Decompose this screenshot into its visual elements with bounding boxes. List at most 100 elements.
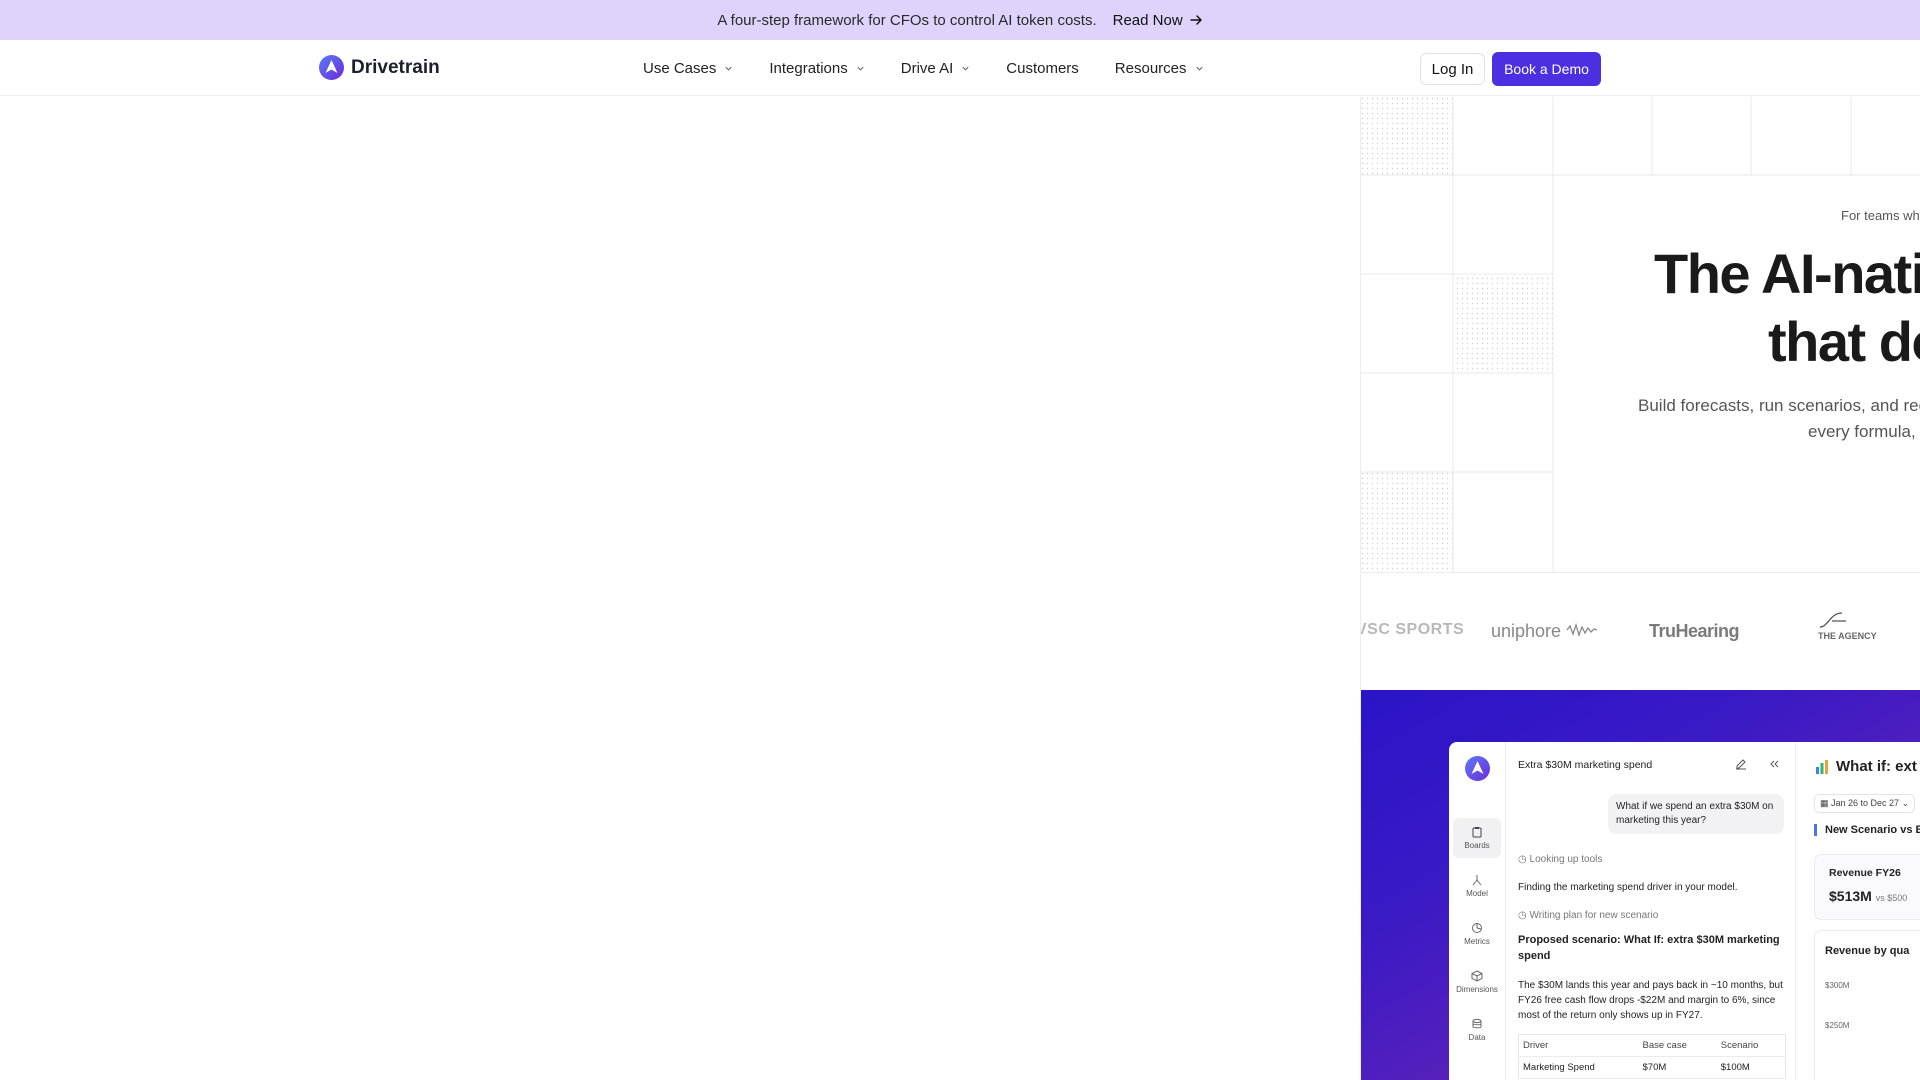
brand-logo[interactable]: Drivetrain (319, 55, 440, 80)
kpi-value-row: $513M vs $500 (1829, 888, 1907, 904)
table-cell: $100M (1716, 1056, 1786, 1079)
logo-the-agency-text: THE AGENCY (1818, 631, 1877, 641)
nav-item-customers[interactable]: Customers (1006, 60, 1079, 77)
sidebar-item-label: Boards (1464, 841, 1490, 850)
sidebar-item-data[interactable]: Data (1453, 1010, 1501, 1050)
driver-table: Driver Base case Scenario Marketing Spen… (1518, 1034, 1786, 1079)
arrow-right-icon (1189, 15, 1202, 25)
sidebar-item-dimensions[interactable]: Dimensions (1453, 962, 1501, 1002)
announcement-banner: A four-step framework for CFOs to contro… (0, 0, 1920, 40)
revenue-chart-title: Revenue by qua (1825, 945, 1910, 957)
cube-icon (1471, 970, 1483, 982)
nav-item-resources[interactable]: Resources (1115, 60, 1204, 77)
plan-step: ◷ Writing plan for new scenario (1518, 910, 1658, 921)
nav-item-integrations[interactable]: Integrations (769, 60, 864, 77)
scenario-summary: The $30M lands this year and pays back i… (1518, 980, 1783, 1021)
agency-mark-icon (1819, 612, 1846, 628)
nav-item-label: Use Cases (643, 59, 717, 77)
nav-item-label: Resources (1114, 59, 1187, 77)
kpi-title: Revenue FY26 (1829, 867, 1901, 879)
scenario-heading: What if: ext (1814, 758, 1917, 775)
scenario-compare-label: New Scenario vs B (1814, 824, 1920, 836)
tool-step: ◷ Looking up tools (1518, 854, 1602, 865)
calendar-icon: ▦ (1820, 798, 1832, 808)
app-logo-icon (1465, 756, 1490, 781)
top-navigation: Drivetrain Use Cases Integrations Drive … (0, 40, 1920, 96)
headline-line-2: that do (1768, 310, 1920, 373)
scenario-panel: What if: ext ▦ Jan 26 to Dec 27 ⌄ New Sc… (1796, 742, 1920, 1080)
chevron-down-icon (962, 66, 969, 71)
y-tick-label: $250M (1825, 1021, 1850, 1030)
logo-uniphore-text: uniphore (1491, 621, 1562, 641)
pie-icon (1472, 923, 1482, 933)
chevron-down-icon (857, 66, 864, 71)
nav-item-drive-ai[interactable]: Drive AI (901, 60, 971, 77)
user-message: What if we spend an extra $30M on market… (1608, 794, 1784, 834)
col-header-driver: Driver (1518, 1034, 1639, 1057)
kpi-card: Revenue FY26 $513M vs $500 (1814, 854, 1920, 920)
sidebar-item-label: Metrics (1464, 937, 1490, 946)
nav-item-use-cases[interactable]: Use Cases (643, 60, 733, 77)
hero-panel: For teams who The AI-nati that do Build … (1360, 97, 1920, 1080)
chevron-down-icon (725, 66, 732, 71)
book-demo-button[interactable]: Book a Demo (1492, 52, 1601, 86)
brand-name: Drivetrain (351, 56, 440, 78)
table-cell: $70M (1638, 1056, 1717, 1079)
customer-logos: VSC SPORTS uniphore TruHearing THE AGENC… (1361, 572, 1920, 687)
proposed-scenario: Proposed scenario: What If: extra $30M m… (1518, 934, 1780, 962)
logo-truhearing: TruHearing (1649, 621, 1740, 641)
nav-item-label: Drive AI (900, 59, 954, 77)
app-preview: Boards Model Metrics Dimensions Data Ext… (1449, 742, 1920, 1080)
sidebar-item-label: Data (1468, 1033, 1486, 1042)
sidebar-item-boards[interactable]: Boards (1453, 818, 1501, 858)
plan-step-label: Writing plan for new scenario (1529, 910, 1659, 921)
logo-the-agency: THE AGENCY (1818, 611, 1877, 641)
kpi-value: $513M (1829, 888, 1872, 904)
banner-message: A four-step framework for CFOs to contro… (717, 11, 1097, 29)
subtitle-line-1: Build forecasts, run scenarios, and reco (1638, 396, 1920, 415)
table-row: Marketing Spend $70M $100M (1518, 1056, 1786, 1079)
model-icon (1472, 875, 1482, 886)
scenario-heading-text: What if: ext (1836, 758, 1917, 775)
sidebar-item-metrics[interactable]: Metrics (1453, 914, 1501, 954)
chevron-down-icon: ⌄ (1899, 798, 1910, 808)
bar-chart-icon (1816, 759, 1828, 774)
table-cell: Marketing Spend (1518, 1056, 1639, 1079)
collapse-icon[interactable] (1768, 758, 1780, 770)
banner-read-now-link[interactable]: Read Now (1113, 12, 1203, 29)
drivetrain-logo-icon (319, 55, 344, 80)
table-header-row: Driver Base case Scenario (1518, 1034, 1786, 1057)
kpi-compare: vs $500 (1875, 893, 1908, 903)
waveform-icon (1566, 622, 1598, 638)
nav-item-label: Integrations (769, 59, 848, 77)
check-circle-icon: ◷ (1518, 910, 1530, 921)
chat-panel: Extra $30M marketing spend What if we sp… (1506, 742, 1796, 1080)
database-icon (1472, 1018, 1482, 1029)
app-sidebar: Boards Model Metrics Dimensions Data (1449, 742, 1506, 1080)
revenue-chart-card: Revenue by qua $300M $250M (1814, 930, 1920, 1080)
chat-title: Extra $30M marketing spend (1518, 759, 1653, 771)
check-circle-icon: ◷ (1518, 854, 1530, 865)
logo-vsc-sports: VSC SPORTS (1360, 621, 1465, 638)
headline-line-1: The AI-nati (1654, 242, 1920, 305)
sidebar-item-label: Dimensions (1456, 985, 1498, 994)
edit-icon[interactable] (1735, 758, 1747, 770)
banner-cta-label: Read Now (1112, 11, 1183, 29)
sidebar-item-model[interactable]: Model (1453, 866, 1501, 906)
date-range-selector[interactable]: ▦ Jan 26 to Dec 27 ⌄ (1814, 794, 1916, 813)
sidebar-item-label: Model (1466, 889, 1488, 898)
col-header-scenario: Scenario (1716, 1034, 1786, 1057)
date-range-text: Jan 26 to Dec 27 (1831, 798, 1900, 808)
tool-step-label: Looking up tools (1529, 854, 1603, 865)
login-button[interactable]: Log In (1420, 53, 1485, 85)
main-menu: Use Cases Integrations Drive AI Customer… (643, 40, 1204, 96)
col-header-base-case: Base case (1638, 1034, 1717, 1057)
y-tick-label: $300M (1825, 981, 1850, 990)
clipboard-icon (1472, 827, 1482, 838)
assistant-line: Finding the marketing spend driver in yo… (1518, 882, 1738, 893)
logo-uniphore: uniphore (1491, 621, 1598, 642)
hero-eyebrow: For teams who (1841, 208, 1920, 223)
product-showcase: Boards Model Metrics Dimensions Data Ext… (1361, 690, 1920, 1080)
nav-item-label: Customers (1006, 59, 1079, 77)
subtitle-line-2: every formula, a (1808, 422, 1920, 441)
